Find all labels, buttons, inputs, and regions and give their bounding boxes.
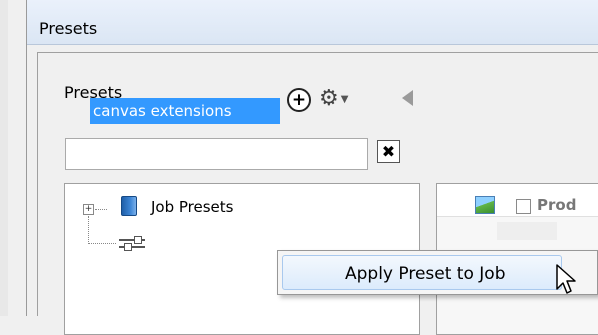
table-cell: Prod <box>537 196 577 214</box>
background-edge <box>0 0 8 316</box>
tree-item-canvas-extensions[interactable]: canvas extensions <box>90 98 280 124</box>
settings-dropdown-button[interactable]: ⚙ ▼ <box>319 84 361 114</box>
row-checkbox[interactable] <box>516 199 531 214</box>
add-preset-button[interactable]: + <box>287 88 311 112</box>
close-icon: ✖ <box>381 141 396 161</box>
image-icon <box>475 196 495 214</box>
book-icon <box>121 196 137 216</box>
menu-item-apply-preset[interactable]: Apply Preset to Job <box>282 255 562 290</box>
slider-icon <box>119 236 145 251</box>
chevron-down-icon: ▼ <box>340 93 349 105</box>
search-input[interactable] <box>65 138 368 170</box>
tree-connector <box>95 209 107 210</box>
tree-connector <box>88 216 89 244</box>
plus-circle-icon: + <box>291 89 307 110</box>
context-menu: Apply Preset to Job <box>277 250 598 295</box>
menu-item-label: Apply Preset to Job <box>345 264 506 284</box>
clear-search-button[interactable]: ✖ <box>377 140 400 163</box>
tree-connector <box>88 243 116 244</box>
window-title: Presets <box>39 19 98 38</box>
gear-icon: ⚙ <box>319 86 339 111</box>
title-bar[interactable]: Presets <box>27 0 598 45</box>
collapse-panel-button[interactable] <box>402 90 413 106</box>
mouse-cursor-icon <box>556 264 576 294</box>
table-row[interactable] <box>497 222 557 240</box>
expand-icon[interactable]: + <box>83 204 94 215</box>
table-row[interactable]: Prod <box>437 184 598 217</box>
tree-item-job-presets[interactable]: Job Presets <box>151 198 233 216</box>
